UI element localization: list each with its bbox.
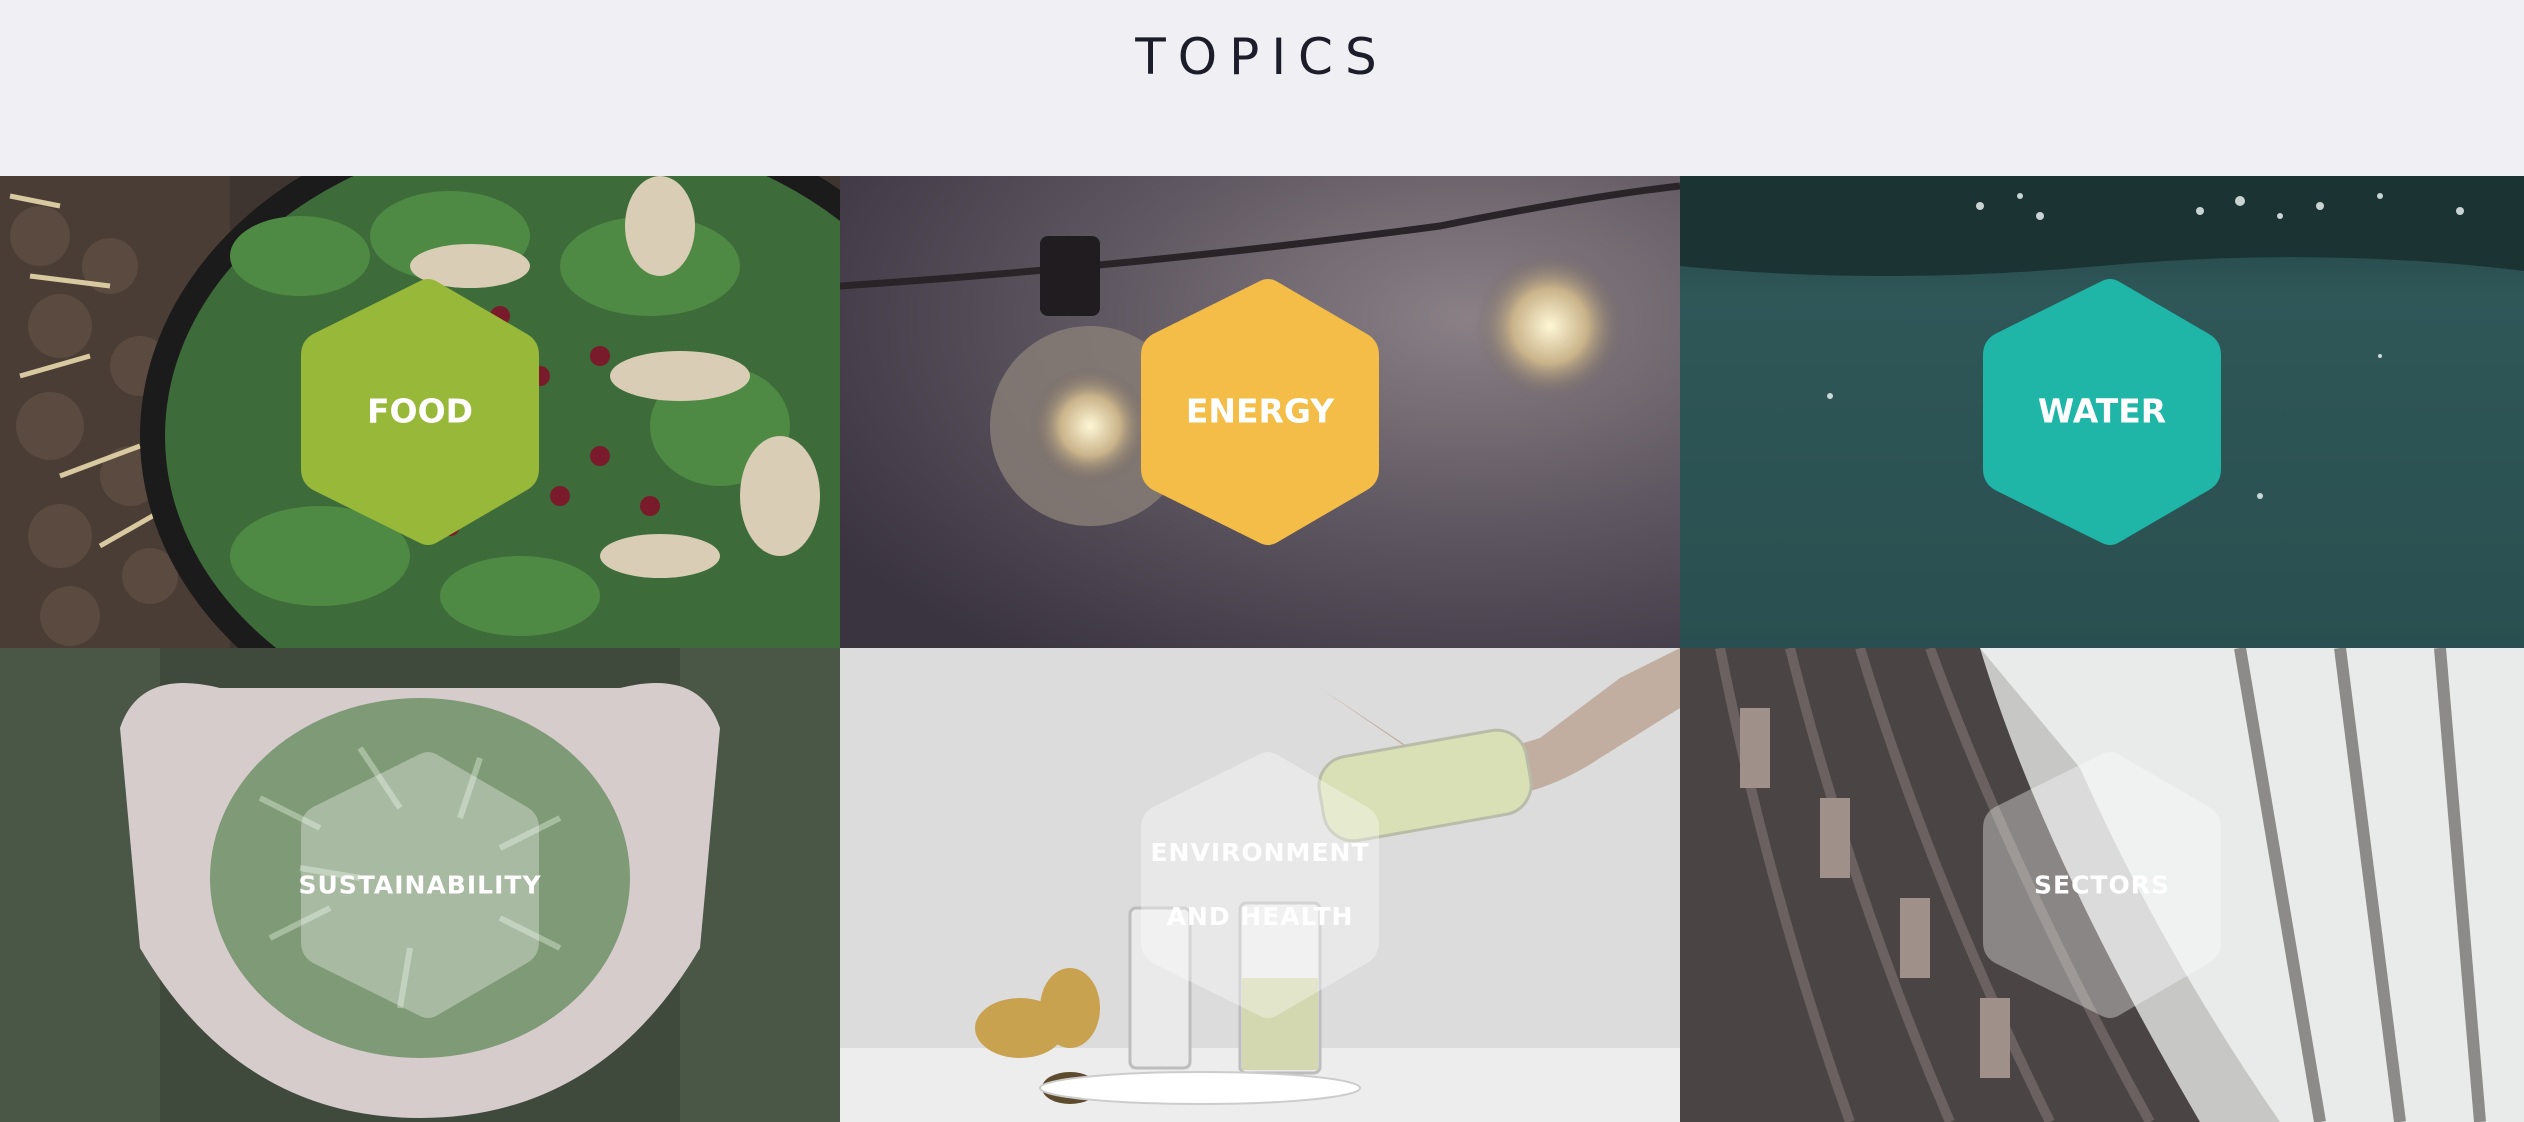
topic-label-water: WATER [2037,391,2167,431]
page-title: TOPICS [1135,28,1389,86]
water-hexagon: WATER [1977,275,2227,549]
topic-tile-environment-and-health[interactable]: ENVIRONMENT AND HEALTH [840,648,1680,1122]
sectors-hexagon: SECTORS [1977,748,2227,1022]
topic-tile-sustainability[interactable]: SUSTAINABILITY [0,648,840,1122]
energy-hexagon: ENERGY [1135,275,1385,549]
topic-label-sustainability: SUSTAINABILITY [298,870,542,900]
topic-label-sectors: SECTORS [2034,870,2170,900]
topic-tile-sectors[interactable]: SECTORS [1680,648,2524,1122]
environment-and-health-hexagon: ENVIRONMENT AND HEALTH [1135,748,1385,1022]
topic-tile-water[interactable]: WATER [1680,176,2524,648]
topic-label-energy: ENERGY [1185,391,1335,431]
food-hexagon: FOOD [295,275,545,549]
topics-grid: FOOD ENERGY WATER SUSTAINABILITY ENVIRON… [0,176,2524,1122]
topic-label-environment-and-health: ENVIRONMENT AND HEALTH [1150,838,1370,931]
page-header: TOPICS [0,0,2524,176]
topic-tile-energy[interactable]: ENERGY [840,176,1680,648]
topic-label-food: FOOD [366,391,474,431]
topic-tile-food[interactable]: FOOD [0,176,840,648]
sustainability-hexagon: SUSTAINABILITY [295,748,545,1022]
